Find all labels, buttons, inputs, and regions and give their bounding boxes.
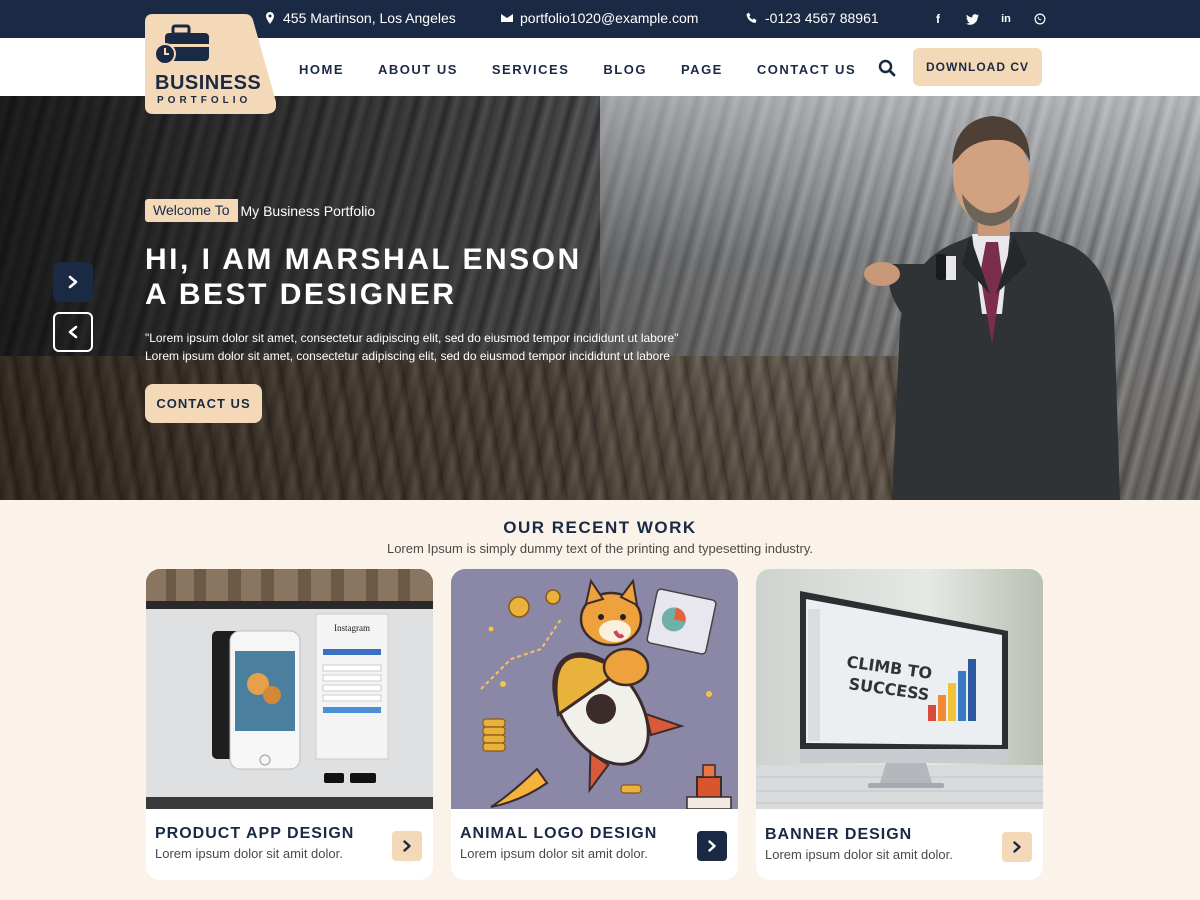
work-card-product-app[interactable]: Instagram PRODUCT APP DESIGN Lorem ipsum… <box>146 569 433 880</box>
hero-person-image <box>864 116 1120 500</box>
nav-item-services[interactable]: SERVICES <box>492 62 570 77</box>
hero-contact-button[interactable]: CONTACT US <box>145 384 262 423</box>
work-card-text: Lorem ipsum dolor sit amit dolor. <box>765 847 953 862</box>
work-card-banner[interactable]: CLIMB TO SUCCESS BANNER DESIGN Lorem ips… <box>756 569 1043 880</box>
nav-item-blog[interactable]: BLOG <box>603 62 647 77</box>
nav-item-page[interactable]: PAGE <box>681 62 723 77</box>
hero-description-line1: "Lorem ipsum dolor sit amet, consectetur… <box>145 331 679 345</box>
phone-item[interactable]: -0123 4567 88961 <box>746 10 879 26</box>
hero-description: "Lorem ipsum dolor sit amet, consectetur… <box>145 329 705 365</box>
address-text: 455 Martinson, Los Angeles <box>283 10 456 26</box>
twitter-icon[interactable] <box>964 11 980 27</box>
hero-slider: Welcome To My Business Portfolio HI, I A… <box>0 96 1200 500</box>
chevron-right-icon <box>1013 841 1021 853</box>
work-card-arrow-button[interactable] <box>392 831 422 861</box>
phone-icon <box>746 12 757 23</box>
work-card-title: ANIMAL LOGO DESIGN <box>460 825 658 842</box>
work-card-arrow-button[interactable] <box>697 831 727 861</box>
nav-item-contact-us[interactable]: CONTACT US <box>757 62 856 77</box>
email-item[interactable]: portfolio1020@example.com <box>501 10 698 26</box>
product-app-image: Instagram <box>146 569 433 809</box>
chevron-right-icon <box>708 840 716 852</box>
chevron-left-icon <box>68 325 78 339</box>
download-cv-button[interactable]: DOWNLOAD CV <box>913 48 1042 86</box>
hero-headline-line2: A BEST DESIGNER <box>145 278 457 311</box>
work-card-arrow-button[interactable] <box>1002 832 1032 862</box>
svg-text:Instagram: Instagram <box>334 623 370 633</box>
work-card-text: Lorem ipsum dolor sit amit dolor. <box>155 846 343 861</box>
site-logo[interactable]: BUSINESS PORTFOLIO <box>145 14 276 114</box>
work-card-text: Lorem ipsum dolor sit amit dolor. <box>460 846 648 861</box>
briefcase-icon <box>154 24 209 65</box>
logo-brand: BUSINESS <box>155 72 262 94</box>
nav-item-about-us[interactable]: ABOUT US <box>378 62 458 77</box>
logo-subtitle: PORTFOLIO <box>157 95 252 106</box>
work-card-animal-logo[interactable]: ANIMAL LOGO DESIGN Lorem ipsum dolor sit… <box>451 569 738 880</box>
recent-work-title: OUR RECENT WORK <box>503 518 697 537</box>
banner-design-image: CLIMB TO SUCCESS <box>756 569 1043 809</box>
hero-description-line2: Lorem ipsum dolor sit amet, consectetur … <box>145 349 670 363</box>
nav-item-home[interactable]: HOME <box>299 62 344 77</box>
whatsapp-icon[interactable] <box>1032 11 1048 27</box>
search-icon[interactable] <box>878 59 896 77</box>
welcome-tag: Welcome To <box>145 199 238 222</box>
welcome-text: My Business Portfolio <box>240 202 376 219</box>
slider-prev-button[interactable] <box>53 312 93 352</box>
email-text[interactable]: portfolio1020@example.com <box>520 10 698 26</box>
animal-logo-image <box>451 569 738 809</box>
slider-next-button[interactable] <box>53 262 93 302</box>
hero-background-texture <box>0 356 900 500</box>
hero-welcome: Welcome To My Business Portfolio <box>145 199 375 222</box>
facebook-icon[interactable]: f <box>930 11 946 27</box>
address-item: 455 Martinson, Los Angeles <box>264 10 456 26</box>
linkedin-icon[interactable]: in <box>998 11 1014 27</box>
social-links: f in <box>930 11 1048 27</box>
hero-headline-line1: HI, I AM MARSHAL ENSON <box>145 243 582 276</box>
envelope-icon <box>501 14 513 22</box>
work-card-title: PRODUCT APP DESIGN <box>155 825 355 842</box>
chevron-right-icon <box>403 840 411 852</box>
chevron-right-icon <box>68 275 78 289</box>
hero-headline: HI, I AM MARSHAL ENSON A BEST DESIGNER <box>145 242 582 312</box>
work-card-title: BANNER DESIGN <box>765 826 913 843</box>
main-nav: HOME ABOUT US SERVICES BLOG PAGE CONTACT… <box>299 62 890 77</box>
phone-text[interactable]: -0123 4567 88961 <box>765 10 879 26</box>
recent-work-subtitle: Lorem Ipsum is simply dummy text of the … <box>386 541 814 556</box>
